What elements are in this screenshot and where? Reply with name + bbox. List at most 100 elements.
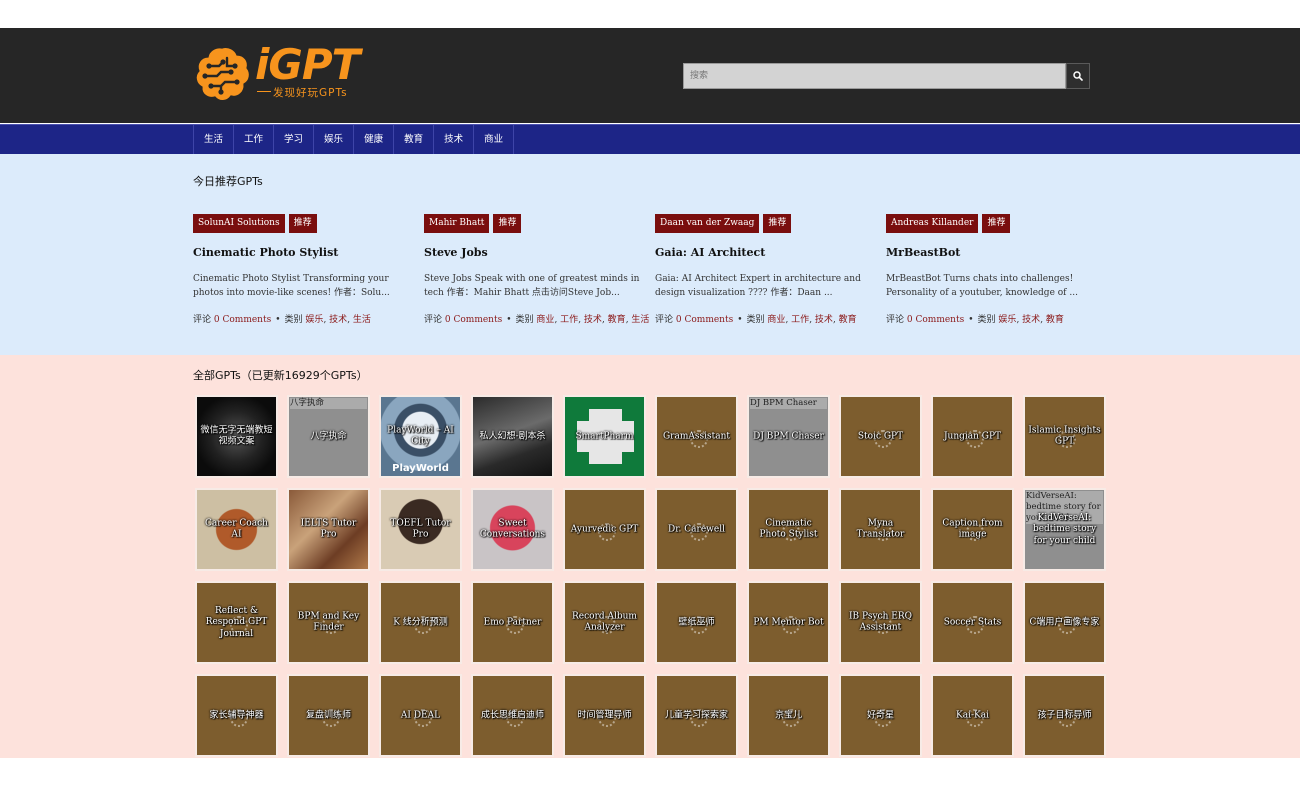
gpt-tile-label: Caption from image: [942, 518, 1003, 540]
gpt-tile[interactable]: Stoic GPT: [839, 395, 922, 478]
category-link[interactable]: 工作: [791, 315, 809, 325]
gpt-tile-label: 微信无字无端教短视频文案: [200, 425, 273, 447]
gpt-tile-label: Reflect & Respond GPT Journal: [205, 605, 268, 639]
comments-link[interactable]: 0 Comments: [907, 315, 964, 325]
gpt-tile[interactable]: IELTS Tutor Pro: [287, 488, 370, 571]
gpt-tile[interactable]: 微信无字无端教短视频文案: [195, 395, 278, 478]
gpt-tile[interactable]: 儿童学习探索家: [655, 674, 738, 757]
category-link[interactable]: 娱乐: [998, 315, 1016, 325]
card-title[interactable]: Gaia: AI Architect: [655, 246, 877, 259]
gpt-tile-label: Sweet Conversations: [479, 518, 546, 540]
card-meta: 评论 0 Comments • 类别 娱乐, 技术, 教育: [886, 315, 1064, 325]
gpt-tile[interactable]: DJ BPM Chaser DJ BPM Chaser: [747, 395, 830, 478]
search-input[interactable]: [683, 63, 1066, 89]
comments-link[interactable]: 0 Comments: [214, 315, 271, 325]
featured-section-title: 今日推荐GPTs: [193, 175, 263, 188]
author-tag[interactable]: Mahir Bhatt: [424, 214, 490, 233]
gpt-tile[interactable]: K 线分析预测: [379, 581, 462, 664]
gpt-tile[interactable]: C端用户画像专家: [1023, 581, 1106, 664]
gpt-tile[interactable]: SmartPharm: [563, 395, 646, 478]
gpt-tile[interactable]: Record Album Analyzer: [563, 581, 646, 664]
gpt-tile[interactable]: BPM and Key Finder: [287, 581, 370, 664]
category-link[interactable]: 娱乐: [305, 315, 323, 325]
gpt-tile[interactable]: Myna Translator: [839, 488, 922, 571]
nav-item-technology[interactable]: 技术: [433, 125, 473, 155]
gpt-tile[interactable]: 八字执命 八字执命: [287, 395, 370, 478]
gpt-tile[interactable]: KidVerseAI: bedtime story for your child…: [1023, 488, 1106, 571]
category-link[interactable]: 教育: [608, 315, 626, 325]
nav-item-life[interactable]: 生活: [193, 125, 233, 155]
nav-item-work[interactable]: 工作: [233, 125, 273, 155]
category-link[interactable]: 技术: [329, 315, 347, 325]
gpt-tile[interactable]: 私人幻想-剧本杀: [471, 395, 554, 478]
category-link[interactable]: 技术: [815, 315, 833, 325]
nav-item-study[interactable]: 学习: [273, 125, 313, 155]
gpt-tile[interactable]: 时间管理导师: [563, 674, 646, 757]
gpt-tile[interactable]: Reflect & Respond GPT Journal: [195, 581, 278, 664]
nav-item-business[interactable]: 商业: [473, 125, 515, 155]
card-description: Cinematic Photo Stylist Transforming you…: [193, 274, 390, 298]
category-link[interactable]: 生活: [631, 315, 649, 325]
card-meta: 评论 0 Comments • 类别 娱乐, 技术, 生活: [193, 315, 371, 325]
category-link[interactable]: 工作: [560, 315, 578, 325]
nav-item-health[interactable]: 健康: [353, 125, 393, 155]
site-logo[interactable]: iGPT 发现好玩GPTs: [193, 40, 385, 104]
gpt-tile[interactable]: 成长思维启迪师: [471, 674, 554, 757]
search-button[interactable]: [1066, 63, 1090, 89]
gpt-tile[interactable]: TOEFL Tutor Pro: [379, 488, 462, 571]
featured-card: Daan van der Zwaag 推荐 Gaia: AI Architect Ga…: [655, 214, 877, 325]
comments-link[interactable]: 0 Comments: [676, 315, 733, 325]
category-link[interactable]: 教育: [839, 315, 857, 325]
card-title[interactable]: Cinematic Photo Stylist: [193, 246, 415, 259]
gpt-tile[interactable]: 好奇星: [839, 674, 922, 757]
gpt-tile[interactable]: Caption from image: [931, 488, 1014, 571]
gpt-tile-label: 好奇星: [866, 709, 894, 720]
nav-item-entertainment[interactable]: 娱乐: [313, 125, 353, 155]
gpt-tile[interactable]: Kai-Kai: [931, 674, 1014, 757]
gpt-tile[interactable]: Sweet Conversations: [471, 488, 554, 571]
gpt-tile[interactable]: Soccer Stats: [931, 581, 1014, 664]
category-prefix: 类别: [746, 315, 765, 325]
category-link[interactable]: 商业: [536, 315, 554, 325]
gpt-tile[interactable]: Cinematic Photo Stylist: [747, 488, 830, 571]
gpt-tile[interactable]: PM Mentor Bot: [747, 581, 830, 664]
brain-circuit-logo-icon: [195, 46, 250, 102]
category-link[interactable]: 技术: [584, 315, 602, 325]
card-title[interactable]: Steve Jobs: [424, 246, 646, 259]
gpt-tile[interactable]: 家长辅导神器: [195, 674, 278, 757]
gpt-tile[interactable]: GramAssistant: [655, 395, 738, 478]
author-tag[interactable]: Andreas Killander: [886, 214, 979, 233]
gpt-tile[interactable]: 孩子目标导师: [1023, 674, 1106, 757]
gpt-tile[interactable]: Ayurvedic GPT: [563, 488, 646, 571]
gpt-tile[interactable]: Jungian GPT: [931, 395, 1014, 478]
gpt-tile[interactable]: Emo Partner: [471, 581, 554, 664]
comments-link[interactable]: 0 Comments: [445, 315, 502, 325]
category-link[interactable]: 教育: [1046, 315, 1064, 325]
category-link[interactable]: 商业: [767, 315, 785, 325]
card-title[interactable]: MrBeastBot: [886, 246, 1108, 259]
featured-section: 今日推荐GPTs SolunAI Solutions 推荐 Cinematic Ph…: [0, 154, 1300, 355]
card-meta: 评论 0 Comments • 类别 商业, 工作, 技术, 教育: [655, 315, 857, 325]
gpt-tile-label: AI DEAL: [400, 709, 441, 720]
gpt-tile-label: 京宝儿: [774, 709, 802, 720]
gpt-tile[interactable]: PlayWorld PlayWorld – AI City: [379, 395, 462, 478]
gpt-tile[interactable]: 壁纸巫师: [655, 581, 738, 664]
comment-prefix: 评论: [655, 315, 674, 325]
gpt-tile-label: Cinematic Photo Stylist: [759, 518, 818, 540]
category-link[interactable]: 生活: [353, 315, 371, 325]
author-tag[interactable]: Daan van der Zwaag: [655, 214, 760, 233]
gpt-tile[interactable]: Islamic Insights GPT: [1023, 395, 1106, 478]
card-tags: Mahir Bhatt 推荐: [424, 214, 646, 233]
nav-item-education[interactable]: 教育: [393, 125, 433, 155]
gpt-tile[interactable]: Career Coach AI: [195, 488, 278, 571]
gpt-tile[interactable]: AI DEAL: [379, 674, 462, 757]
gpt-tile-label: C端用户画像专家: [1029, 616, 1100, 627]
author-tag[interactable]: SolunAI Solutions: [193, 214, 285, 233]
category-nav: 生活 工作 学习 娱乐 健康 教育 技术 商业: [0, 124, 1300, 155]
meta-separator: •: [275, 315, 281, 325]
gpt-tile[interactable]: 京宝儿: [747, 674, 830, 757]
gpt-tile[interactable]: 复盘训练师: [287, 674, 370, 757]
gpt-tile[interactable]: Dr. Carewell: [655, 488, 738, 571]
category-link[interactable]: 技术: [1022, 315, 1040, 325]
gpt-tile[interactable]: IB Psych ERQ Assistant: [839, 581, 922, 664]
